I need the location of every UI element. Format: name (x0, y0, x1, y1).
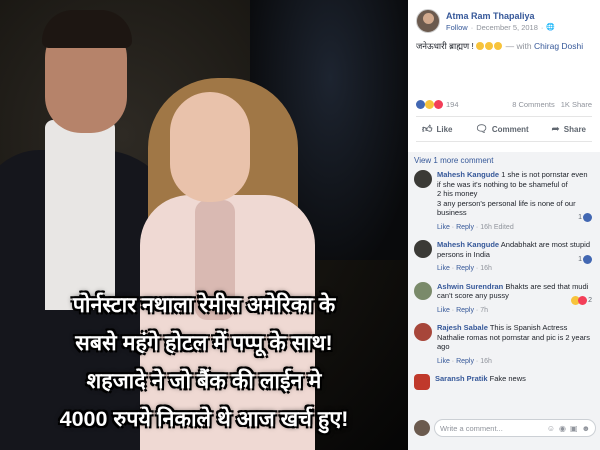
caption-line: पोर्नस्टार नथाला रेमीस अमेरिका के (72, 293, 336, 317)
love-reaction-icon (578, 296, 588, 305)
caption-line: सबसे महंगे होटल में पप्पू के साथ! (75, 331, 333, 355)
sticker-icon[interactable]: ☻ (582, 424, 590, 433)
commenter-avatar[interactable] (414, 281, 432, 300)
woman-face (170, 92, 250, 202)
comment-item: Saransh Pratik Fake news (414, 374, 592, 390)
emoji-icon[interactable]: ☺ (547, 424, 555, 433)
comment-reaction[interactable]: 2 (571, 296, 592, 305)
comment-placeholder: Write a comment... (440, 423, 503, 433)
author-name[interactable]: Atma Ram Thapaliya (446, 11, 555, 21)
comment-edited[interactable]: Edited (494, 224, 514, 231)
man-shirt (45, 120, 115, 310)
comments-count[interactable]: 8 Comments (512, 100, 555, 109)
comments-section: View 1 more comment Mahesh Kangude 1 she… (408, 152, 600, 450)
post-header: Atma Ram Thapaliya Follow · December 5, … (408, 0, 600, 37)
comment-time[interactable]: 16h (480, 358, 492, 365)
commenter-avatar[interactable] (414, 170, 432, 188)
like-reaction-icon (583, 213, 592, 222)
comment-reply-link[interactable]: Reply (456, 358, 474, 365)
post-body: जनेऊधारी ब्राह्मण ! (416, 41, 474, 51)
post-photo[interactable]: पोर्नस्टार नथाला रेमीस अमेरिका के सबसे म… (0, 0, 408, 450)
tagged-friend[interactable]: Chirag Doshi (534, 41, 583, 51)
shares-count[interactable]: 1K Share (561, 100, 592, 109)
gif-icon[interactable]: ▣ (570, 424, 578, 433)
view-more-comments[interactable]: View 1 more comment (414, 156, 592, 165)
comment-reaction[interactable]: 1 (578, 213, 592, 222)
post-actions: 👍︎ Like 🗨︎ Comment ➦ Share (416, 116, 592, 142)
comment-actions: Like · Reply · 7h (437, 306, 489, 314)
like-button[interactable]: 👍︎ Like (422, 123, 452, 135)
comment-button[interactable]: 🗨︎ Comment (475, 123, 529, 135)
comment-reply-link[interactable]: Reply (456, 265, 474, 272)
post-text: जनेऊधारी ब्राह्मण ! — with Chirag Doshi (408, 37, 600, 56)
haha-reaction-icon (425, 100, 434, 109)
post-meta: Follow · December 5, 2018 · 🌐 (446, 22, 556, 32)
caption-line: शहजादे ने जो बैंक की लाईन मे (86, 369, 322, 393)
laugh-emoji-icon (485, 42, 494, 50)
camera-icon[interactable]: ◉ (559, 424, 566, 433)
like-reaction-icon (416, 100, 425, 109)
write-comment-bar: Write a comment... ☺ ◉ ▣ ☻ (414, 418, 596, 438)
commenter-avatar[interactable] (414, 374, 430, 390)
comment-item: Mahesh Kangude 1 she is not pornstar eve… (414, 170, 592, 232)
comment-reply-link[interactable]: Reply (456, 307, 474, 314)
comment-text: Fake news (489, 374, 526, 383)
laugh-emoji-icon (476, 42, 485, 50)
comment-input[interactable]: Write a comment... ☺ ◉ ▣ ☻ (434, 419, 596, 437)
post-stats: 194 8 Comments 1K Share (408, 100, 600, 109)
commenter-name[interactable]: Mahesh Kangude (437, 240, 499, 249)
comment-like-link[interactable]: Like (437, 265, 450, 272)
commenter-name[interactable]: Saransh Pratik (435, 374, 488, 383)
commenter-name[interactable]: Mahesh Kangude (437, 170, 499, 179)
share-icon: ➦ (551, 123, 560, 135)
author-avatar[interactable] (416, 9, 440, 33)
comment-time[interactable]: 16h (480, 224, 492, 231)
comment-item: Rajesh Sabale This is Spanish Actress Na… (414, 323, 592, 366)
comment-reaction[interactable]: 1 (578, 254, 592, 264)
laugh-emoji-icon (494, 42, 503, 50)
comment-time[interactable]: 16h (480, 265, 492, 272)
reaction-count: 194 (446, 100, 459, 109)
commenter-avatar[interactable] (414, 323, 432, 341)
reaction-summary[interactable]: 194 (416, 100, 459, 109)
commenter-avatar[interactable] (414, 240, 432, 258)
follow-link[interactable]: Follow (446, 23, 468, 32)
photo-caption: पोर्नस्टार नथाला रेमीस अमेरिका के सबसे म… (0, 286, 408, 438)
thumbs-up-icon: 👍︎ (422, 124, 433, 135)
post-panel: Atma Ram Thapaliya Follow · December 5, … (408, 0, 600, 450)
man-hair (42, 10, 132, 48)
globe-icon: 🌐 (546, 24, 556, 31)
love-reaction-icon (434, 100, 443, 109)
post-date[interactable]: December 5, 2018 (476, 23, 538, 32)
comment-item: Mahesh Kangude Andabhakt are most stupid… (414, 240, 592, 274)
comment-item: Ashwin Surendran Bhakts are sed that mud… (414, 281, 592, 316)
comment-actions: Like · Reply · 16h (437, 265, 492, 272)
user-avatar (414, 420, 430, 436)
commenter-name[interactable]: Ashwin Surendran (437, 282, 503, 291)
comment-like-link[interactable]: Like (437, 224, 450, 231)
like-reaction-icon (583, 254, 592, 264)
commenter-name[interactable]: Rajesh Sabale (437, 323, 488, 332)
share-button[interactable]: ➦ Share (551, 123, 586, 135)
comment-reply-link[interactable]: Reply (456, 224, 474, 231)
comment-actions: Like · Reply · 16h (437, 357, 492, 365)
with-label: — with (505, 41, 532, 51)
comment-icon: 🗨︎ (475, 123, 488, 135)
comment-time[interactable]: 7h (480, 307, 488, 314)
comment-like-link[interactable]: Like (437, 358, 450, 365)
comment-like-link[interactable]: Like (437, 307, 450, 314)
comment-actions: Like · Reply · 16h Edited (437, 223, 514, 231)
caption-line: 4000 रुपये निकाले थे आज खर्च हुए! (59, 407, 349, 431)
